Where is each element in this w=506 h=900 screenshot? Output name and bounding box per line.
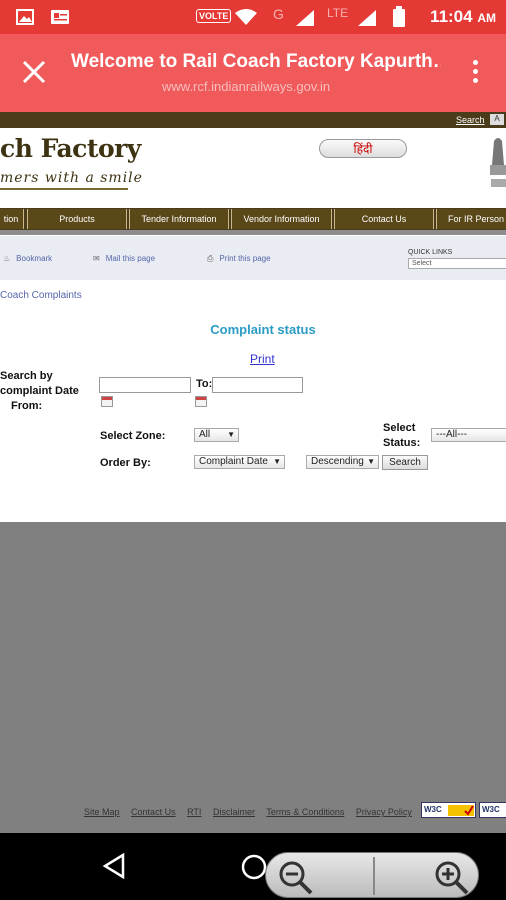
font-size-icon[interactable]: A [490,114,504,125]
browser-header: Welcome to Rail Coach Factory Kapurth… w… [0,34,506,112]
status-select[interactable]: ---All--- [431,428,506,442]
site-tagline: mers with a smile [0,170,143,186]
zone-select[interactable]: All ▼ [194,428,239,442]
footer-link-contact[interactable]: Contact Us [131,807,176,817]
close-icon[interactable] [20,58,48,86]
print-link[interactable]: Print [250,352,275,366]
status-label-2: Status: [383,437,421,449]
signal-icon [296,10,314,26]
footer-links: Site Map Contact Us RTI Disclaimer Terms… [84,807,421,817]
footer-link-disclaimer[interactable]: Disclaimer [213,807,255,817]
nav-item-0[interactable]: tion [0,209,24,229]
image-notification-icon [16,9,34,25]
w3c-badge-2[interactable]: W3C [479,802,506,818]
clock: 11:04 AM [430,7,496,26]
bookmark-tool[interactable]: ♨ Bookmark [3,254,52,263]
search-by-label-2: complaint Date [0,385,79,397]
footer-link-rti[interactable]: RTI [187,807,201,817]
search-button[interactable]: Search [382,455,428,470]
zoom-out-icon[interactable] [278,859,314,895]
message-notification-icon [51,10,69,24]
signal-icon-2 [358,10,376,26]
network-type-lte: LTE [327,6,349,20]
wifi-icon [235,9,257,25]
footer-link-privacy[interactable]: Privacy Policy [356,807,412,817]
nav-item-products[interactable]: Products [27,209,127,229]
zoom-divider [373,857,375,895]
page-url: www.rcf.indianrailways.gov.in [162,79,331,94]
national-emblem-icon [490,138,506,187]
css-badge-icon [448,805,474,816]
brand-underline [0,188,128,190]
form-heading: Complaint status [210,322,316,337]
overflow-menu-icon[interactable] [470,60,480,88]
quick-links-select[interactable]: Select [408,258,506,269]
tool-strip: ♨ Bookmark ✉ Mail this page ⎙ Print this pa… [0,236,506,280]
zoom-in-icon[interactable] [434,859,470,895]
volte-badge: VOLTE [196,9,232,23]
nav-item-ir-person[interactable]: For IR Person [436,209,506,229]
nav-item-vendor[interactable]: Vendor Information [231,209,332,229]
order-by-select[interactable]: Complaint Date ▼ [194,455,285,469]
print-icon: ⎙ [207,254,214,263]
footer-link-sitemap[interactable]: Site Map [84,807,120,817]
from-date-input[interactable] [99,377,191,393]
status-label-1: Select [383,422,416,434]
breadcrumb[interactable]: Coach Complaints [0,290,82,301]
print-tool[interactable]: ⎙ Print this page [207,254,271,264]
direction-select[interactable]: Descending ▼ [306,455,379,469]
to-date-input[interactable] [212,377,303,393]
battery-icon [393,6,405,27]
status-bar: VOLTE G LTE 11:04 AM [0,0,506,34]
page-title: Welcome to Rail Coach Factory Kapurth… [71,51,441,72]
nav-item-tender[interactable]: Tender Information [129,209,229,229]
web-page: Search A ch Factory mers with a smile हि… [0,112,506,522]
top-strip: Search A [0,112,506,128]
to-calendar-icon[interactable] [195,396,207,407]
to-label: To: [196,378,213,390]
site-brand: ch Factory [0,134,141,163]
bookmark-icon: ♨ [3,254,11,263]
nav-divider [0,230,506,235]
mail-icon: ✉ [93,254,100,263]
nav-item-contact[interactable]: Contact Us [334,209,434,229]
order-by-label: Order By: [100,457,151,469]
site-search-link[interactable]: Search [456,115,485,125]
hindi-language-button[interactable]: हिंदी [319,139,407,158]
search-by-label-1: Search by [0,370,53,382]
search-by-label-3: From: [11,400,43,412]
mail-tool[interactable]: ✉ Mail this page [93,254,155,263]
home-icon[interactable] [240,853,268,881]
network-type-g: G [273,6,284,22]
from-calendar-icon[interactable] [101,396,113,407]
main-nav: tion Products Tender Information Vendor … [0,208,506,230]
back-icon[interactable] [102,853,126,879]
footer-link-terms[interactable]: Terms & Conditions [266,807,344,817]
zoom-control [265,852,479,898]
quick-links-label: QUICK LINKS [408,249,453,256]
zone-label: Select Zone: [100,430,166,442]
w3c-badge-1[interactable]: W3C [421,802,476,818]
